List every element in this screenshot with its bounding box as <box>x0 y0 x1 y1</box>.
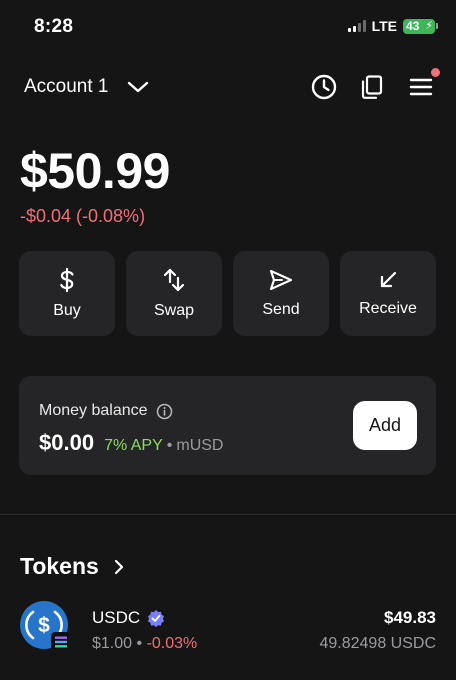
usdc-token-icon: $ <box>20 601 68 649</box>
money-balance-card[interactable]: Money balance $0.00 7% APY • mUSD Add <box>19 376 436 475</box>
verified-badge-icon <box>148 610 165 627</box>
buy-label: Buy <box>53 302 81 319</box>
battery-level: 43 <box>406 18 420 33</box>
token-change: -0.03% <box>146 635 198 652</box>
apy-separator: • <box>166 437 173 454</box>
svg-text:$: $ <box>38 614 50 637</box>
clock-icon <box>311 74 337 100</box>
chevron-right-icon <box>114 559 123 574</box>
status-indicators: LTE 43 ⚡ <box>347 18 438 34</box>
receive-label: Receive <box>359 300 417 317</box>
balance-change: -$0.04 (-0.08%) <box>20 206 146 226</box>
menu-button[interactable] <box>406 72 436 102</box>
info-icon[interactable] <box>156 403 173 420</box>
receive-arrow-icon <box>380 271 397 288</box>
tokens-section-link[interactable]: Tokens <box>20 553 125 580</box>
token-value: $49.83 <box>384 608 436 627</box>
history-button[interactable] <box>309 72 339 102</box>
token-name: USDC <box>92 608 141 627</box>
add-money-button[interactable]: Add <box>353 401 417 450</box>
send-icon <box>269 269 293 291</box>
account-name: Account 1 <box>24 76 109 97</box>
token-price-row: $1.00 • -0.03% <box>92 635 197 653</box>
money-balance-amount: $0.00 <box>39 430 95 455</box>
tokens-title: Tokens <box>20 553 99 579</box>
status-time: 8:28 <box>34 16 74 37</box>
buy-button[interactable]: Buy <box>19 251 115 336</box>
money-balance-row: $0.00 7% APY • mUSD <box>39 430 223 456</box>
token-quantity: 49.82498 USDC <box>319 635 436 652</box>
account-selector[interactable]: Account 1 <box>24 76 149 98</box>
hamburger-menu-icon <box>409 78 433 96</box>
notification-dot <box>431 68 440 77</box>
swap-button[interactable]: Swap <box>126 251 222 336</box>
dollar-icon <box>60 267 74 293</box>
total-balance: $50.99 <box>20 143 170 199</box>
receive-button[interactable]: Receive <box>340 251 436 336</box>
send-label: Send <box>262 301 300 318</box>
token-name-row: USDC <box>92 608 165 628</box>
copy-icon <box>361 75 383 99</box>
currency-label: mUSD <box>176 437 224 454</box>
copy-address-button[interactable] <box>357 72 387 102</box>
signal-icon <box>347 20 366 32</box>
token-row-usdc[interactable]: $ USDC $1.00 • -0.03% $49.83 49.82498 US… <box>0 596 456 666</box>
money-balance-detail: 7% APY • mUSD <box>104 437 223 455</box>
battery-tip <box>436 23 438 29</box>
section-divider <box>0 514 456 515</box>
swap-arrows-icon <box>163 268 185 292</box>
swap-label: Swap <box>153 302 195 319</box>
send-button[interactable]: Send <box>233 251 329 336</box>
money-balance-header: Money balance <box>39 402 173 420</box>
token-price: $1.00 <box>92 635 133 652</box>
chevron-down-icon <box>127 81 148 93</box>
network-label: LTE <box>371 18 397 34</box>
token-separator: • <box>136 635 143 652</box>
battery-icon: 43 ⚡ <box>403 18 435 34</box>
apy-label: 7% APY <box>104 437 163 454</box>
money-balance-title: Money balance <box>39 402 148 419</box>
